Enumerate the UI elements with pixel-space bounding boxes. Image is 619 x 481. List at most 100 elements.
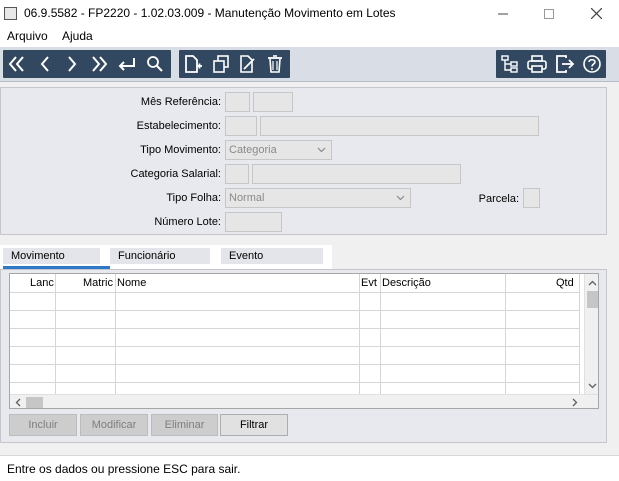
chevron-down-icon — [317, 147, 326, 153]
edit-icon — [240, 55, 255, 73]
column-header-qtd[interactable]: Qtd — [556, 277, 574, 289]
incluir-button[interactable]: Incluir — [9, 414, 77, 436]
navigation-toolbar-group — [3, 50, 171, 78]
scroll-down-button[interactable] — [585, 378, 598, 393]
chevron-up-icon — [588, 280, 597, 285]
new-document-button[interactable] — [182, 53, 204, 75]
print-icon — [527, 55, 547, 73]
vertical-scrollbar[interactable] — [584, 274, 598, 394]
column-header-descricao[interactable]: Descrição — [382, 277, 431, 289]
tree-icon — [501, 55, 518, 73]
estabelecimento-label: Estabelecimento: — [136, 120, 221, 132]
exit-icon — [556, 55, 575, 73]
scroll-left-button[interactable] — [10, 395, 25, 408]
document-toolbar-group — [179, 50, 290, 78]
mes-referencia-month-field[interactable] — [225, 92, 250, 112]
tipo-movimento-label: Tipo Movimento: — [140, 144, 221, 156]
estabelecimento-code-field[interactable] — [225, 116, 257, 136]
previous-record-icon — [40, 56, 49, 72]
filter-form: Mês Referência: Estabelecimento: Tipo Mo… — [0, 87, 607, 235]
status-bar: Entre os dados ou pressione ESC para sai… — [0, 455, 619, 481]
filtrar-button[interactable]: Filtrar — [220, 414, 288, 436]
eliminar-button[interactable]: Eliminar — [151, 414, 218, 436]
categoria-salarial-label: Categoria Salarial: — [130, 168, 222, 180]
system-toolbar-group — [496, 50, 606, 78]
grid-row-divider — [10, 310, 580, 311]
tipo-folha-select[interactable]: Normal — [225, 188, 411, 208]
scroll-up-button[interactable] — [585, 275, 598, 290]
menu-arquivo[interactable]: Arquivo — [7, 29, 48, 43]
minimize-icon — [498, 13, 508, 14]
delete-icon — [268, 55, 282, 73]
tab-funcionario[interactable]: Funcionário — [110, 248, 210, 264]
grid-row-divider — [10, 292, 580, 293]
estabelecimento-description-field — [260, 116, 539, 136]
movimento-panel: Lanc Matric Nome Evt Descrição Qtd Inclu… — [0, 269, 607, 443]
print-button[interactable] — [526, 53, 548, 75]
tipo-movimento-value: Categoria — [229, 144, 277, 156]
toolbar — [0, 47, 619, 82]
first-record-button[interactable] — [6, 53, 28, 75]
parcela-field[interactable] — [523, 188, 540, 208]
tipo-folha-label: Tipo Folha: — [166, 192, 221, 204]
delete-button[interactable] — [264, 53, 286, 75]
grid-row-divider — [10, 328, 580, 329]
help-icon — [583, 55, 601, 73]
grid-row-divider — [10, 346, 580, 347]
app-icon — [4, 7, 17, 20]
mes-referencia-year-field[interactable] — [253, 92, 293, 112]
horizontal-scroll-thumb[interactable] — [26, 397, 43, 408]
tab-strip: Movimento Funcionário Evento — [0, 245, 332, 269]
exit-button[interactable] — [554, 53, 576, 75]
column-header-lanc[interactable]: Lanc — [30, 277, 54, 289]
copy-icon — [213, 55, 229, 73]
tree-button[interactable] — [499, 53, 521, 75]
column-header-evt[interactable]: Evt — [361, 277, 377, 289]
vertical-scroll-thumb[interactable] — [587, 291, 598, 308]
tab-movimento[interactable]: Movimento — [3, 248, 100, 264]
maximize-button[interactable] — [526, 0, 572, 27]
chevron-right-icon — [572, 398, 577, 407]
edit-button[interactable] — [237, 53, 259, 75]
copy-button[interactable] — [210, 53, 232, 75]
return-button[interactable] — [116, 53, 138, 75]
column-header-nome[interactable]: Nome — [117, 277, 146, 289]
previous-record-button[interactable] — [34, 53, 56, 75]
parcela-label: Parcela: — [478, 193, 519, 205]
scroll-right-button[interactable] — [567, 395, 582, 408]
mes-referencia-label: Mês Referência: — [140, 96, 221, 108]
next-record-icon — [68, 56, 77, 72]
grid-row-divider — [10, 364, 580, 365]
last-record-button[interactable] — [88, 53, 110, 75]
categoria-salarial-code-field[interactable] — [225, 164, 249, 184]
close-button[interactable] — [573, 0, 619, 27]
minimize-button[interactable] — [480, 0, 526, 27]
chevron-down-icon — [396, 195, 405, 201]
last-record-icon — [92, 56, 108, 72]
modificar-button[interactable]: Modificar — [80, 414, 148, 436]
chevron-left-icon — [15, 398, 20, 407]
title-bar: 06.9.5582 - FP2220 - 1.02.03.009 - Manut… — [0, 0, 619, 27]
tipo-movimento-select[interactable]: Categoria — [225, 140, 332, 160]
first-record-icon — [8, 56, 24, 72]
grid-row-divider — [10, 382, 580, 383]
close-icon — [590, 8, 602, 19]
new-document-icon — [185, 55, 202, 73]
menu-ajuda[interactable]: Ajuda — [62, 29, 93, 43]
tipo-folha-value: Normal — [229, 192, 265, 204]
chevron-down-icon — [588, 383, 597, 388]
column-header-matric[interactable]: Matric — [83, 277, 113, 289]
numero-lote-field[interactable] — [225, 212, 282, 232]
horizontal-scrollbar[interactable] — [10, 394, 598, 408]
tab-evento[interactable]: Evento — [221, 248, 323, 264]
return-icon — [118, 58, 135, 71]
window-title: 06.9.5582 - FP2220 - 1.02.03.009 - Manut… — [24, 6, 396, 20]
menu-bar: Arquivo Ajuda — [0, 27, 619, 47]
numero-lote-label: Número Lote: — [154, 216, 221, 228]
search-button[interactable] — [144, 53, 166, 75]
next-record-button[interactable] — [61, 53, 83, 75]
search-icon — [147, 56, 163, 72]
maximize-icon — [544, 8, 554, 19]
movimento-grid[interactable]: Lanc Matric Nome Evt Descrição Qtd — [9, 273, 599, 409]
help-button[interactable] — [581, 53, 603, 75]
